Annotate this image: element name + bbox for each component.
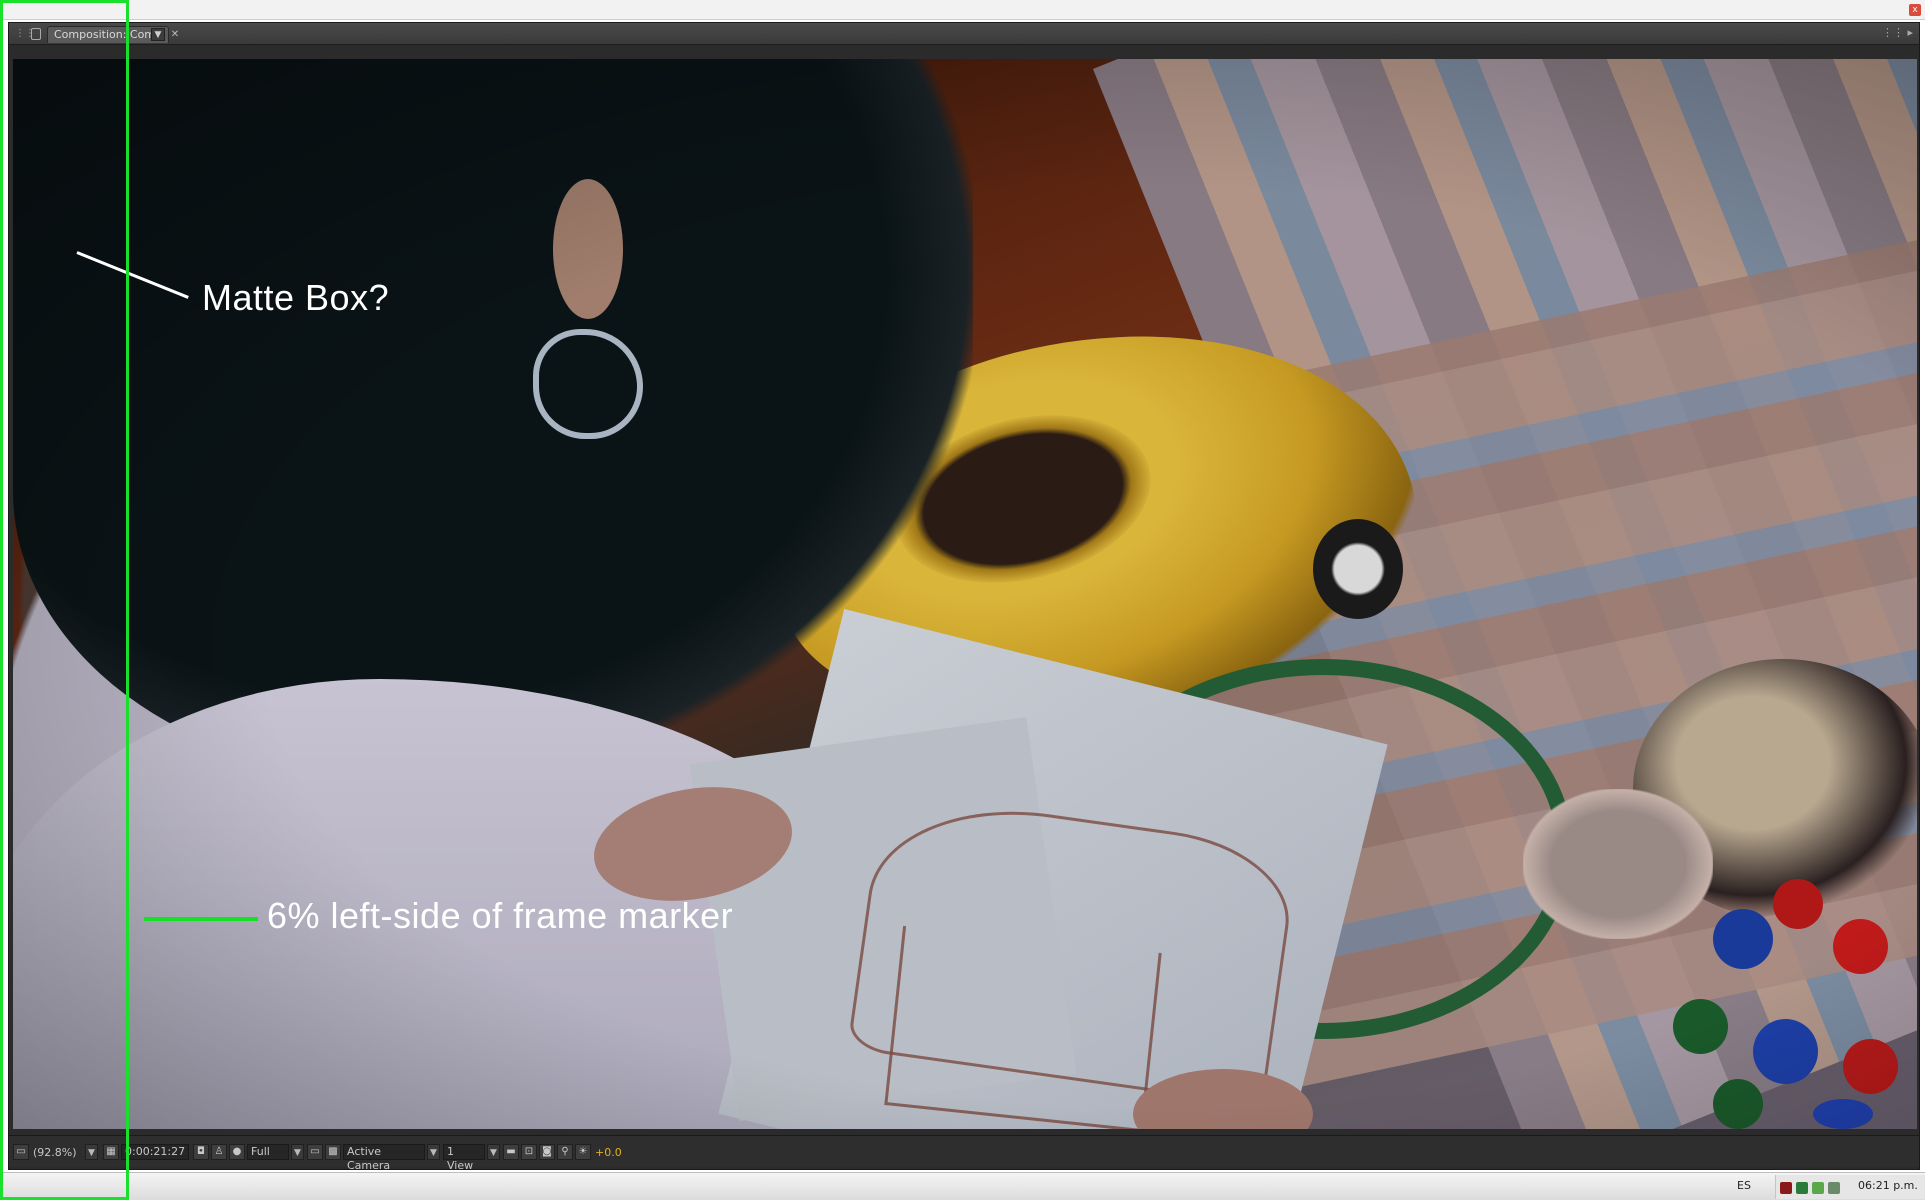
frame-marker-guide-line bbox=[126, 0, 129, 1200]
chevron-down-icon[interactable]: ▼ bbox=[151, 28, 165, 41]
footage-vignette bbox=[13, 59, 1917, 1129]
chevron-down-icon[interactable]: ▼ bbox=[427, 1144, 440, 1160]
chevron-down-icon[interactable]: ▼ bbox=[487, 1144, 500, 1160]
frame-marker-annotation: 6% left-side of frame marker bbox=[267, 895, 734, 936]
close-window-button[interactable]: x bbox=[1909, 4, 1921, 16]
fast-previews-icon[interactable]: ⊡ bbox=[521, 1144, 537, 1160]
update-icon[interactable] bbox=[1828, 1182, 1840, 1194]
composition-viewer[interactable]: Matte Box? 6% left-side of frame marker bbox=[13, 59, 1917, 1129]
viewer-status-bar: ▭ (92.8%) ▼ ▦ 0:00:21:27 ◘ ♙ ● Full ▼ ▭ … bbox=[9, 1135, 1919, 1172]
channel-icon[interactable]: ● bbox=[229, 1144, 245, 1160]
matte-box-annotation: Matte Box? bbox=[202, 277, 390, 318]
show-snapshot-icon[interactable]: ♙ bbox=[211, 1144, 227, 1160]
panel-menu-icon[interactable]: ⋮⋮ ▸ bbox=[1882, 26, 1913, 39]
zoom-level[interactable]: (92.8%) bbox=[33, 1145, 77, 1161]
volume-icon[interactable] bbox=[1780, 1182, 1792, 1194]
network-icon[interactable] bbox=[1796, 1182, 1808, 1194]
grip-icon[interactable]: ⋮⋮ bbox=[15, 27, 35, 41]
window-title-strip: x bbox=[0, 0, 1925, 20]
timeline-icon[interactable]: ◙ bbox=[539, 1144, 555, 1160]
pixel-aspect-icon[interactable]: ▬ bbox=[503, 1144, 519, 1160]
chevron-down-icon[interactable]: ▼ bbox=[291, 1144, 304, 1160]
clock[interactable]: 06:21 p.m. bbox=[1858, 1179, 1918, 1192]
region-of-interest-icon[interactable]: ▭ bbox=[307, 1144, 323, 1160]
taskbar: ES 06:21 p.m. bbox=[0, 1172, 1925, 1200]
close-icon[interactable]: ✕ bbox=[169, 28, 181, 41]
composition-panel: ⋮⋮ Composition: Comp ▼ ✕ ⋮⋮ ▸ Matte Box?… bbox=[8, 22, 1920, 1172]
transparency-grid-icon[interactable]: ▩ bbox=[325, 1144, 341, 1160]
flowchart-icon[interactable]: ⚲ bbox=[557, 1144, 573, 1160]
exposure-value[interactable]: +0.0 bbox=[595, 1145, 622, 1161]
language-indicator[interactable]: ES bbox=[1737, 1179, 1751, 1192]
exposure-icon[interactable]: ☀ bbox=[575, 1144, 591, 1160]
always-preview-icon[interactable]: ▭ bbox=[13, 1144, 29, 1160]
chevron-down-icon[interactable]: ▼ bbox=[85, 1144, 98, 1160]
frame-marker-pointer bbox=[144, 917, 258, 921]
snapshot-icon[interactable]: ◘ bbox=[193, 1144, 209, 1160]
panel-header: ⋮⋮ Composition: Comp ▼ ✕ ⋮⋮ ▸ bbox=[9, 23, 1919, 45]
camera-select[interactable]: Active Camera bbox=[343, 1144, 425, 1172]
view-layout-select[interactable]: 1 View bbox=[443, 1144, 485, 1172]
safe-zones-icon[interactable]: ▦ bbox=[103, 1144, 119, 1160]
lock-icon[interactable] bbox=[31, 28, 41, 40]
security-icon[interactable] bbox=[1812, 1182, 1824, 1194]
resolution-select[interactable]: Full bbox=[247, 1144, 289, 1160]
timecode-field[interactable]: 0:00:21:27 bbox=[121, 1144, 190, 1160]
